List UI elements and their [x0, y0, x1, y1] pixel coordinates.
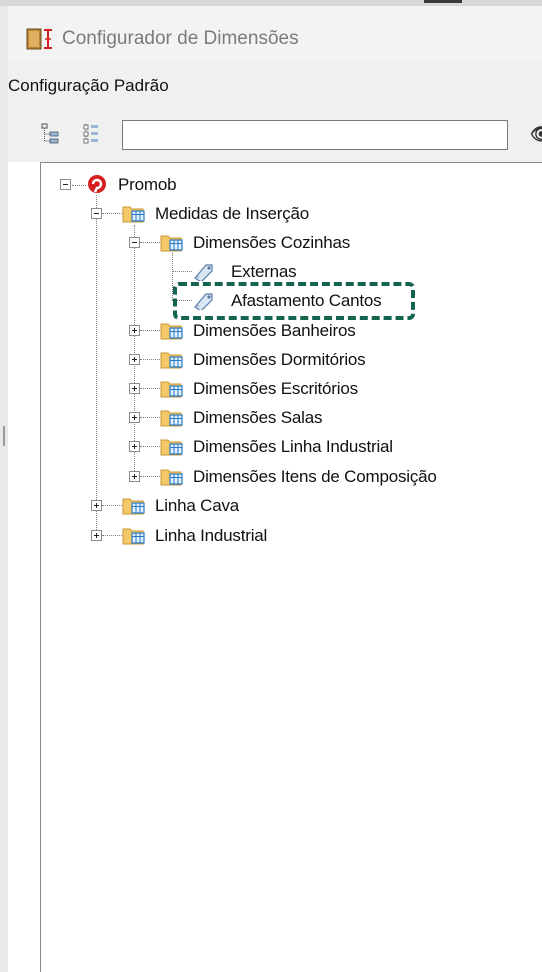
collapse-tree-icon[interactable] [40, 122, 64, 146]
window-edge-notch [424, 0, 462, 3]
window-edge-mark [3, 426, 5, 446]
expand-toggle[interactable] [129, 412, 140, 423]
expand-toggle[interactable] [129, 383, 140, 394]
expand-toggle[interactable] [129, 471, 140, 482]
tree-line [140, 242, 160, 243]
expand-tree-icon[interactable] [80, 122, 104, 146]
tree-node-salas[interactable]: Dimensões Salas [193, 408, 322, 428]
tree-line [140, 417, 160, 418]
search-input[interactable] [122, 120, 508, 150]
tree-node-linha-cava[interactable]: Linha Cava [155, 496, 239, 516]
window-title: Configurador de Dimensões [62, 28, 299, 49]
tree-line [102, 505, 122, 506]
collapse-toggle[interactable] [91, 208, 102, 219]
folder-table-icon [160, 439, 183, 456]
tree-line [96, 195, 97, 536]
folder-table-icon [160, 352, 183, 369]
tree-toolbar: 👁 [8, 106, 542, 162]
tree-line [140, 330, 160, 331]
tree-node-escritorios[interactable]: Dimensões Escritórios [193, 379, 358, 399]
folder-table-icon [160, 323, 183, 340]
collapse-toggle[interactable] [129, 237, 140, 248]
title-bar[interactable]: Configurador de Dimensões [8, 6, 542, 62]
tree-node-linha-industrial-dim[interactable]: Dimensões Linha Industrial [193, 437, 393, 457]
config-bar: Configuração Padrão [8, 62, 542, 106]
tree-line [140, 359, 160, 360]
tree-line [102, 213, 122, 214]
tree-node-externas[interactable]: Externas [231, 262, 297, 282]
folder-table-icon [160, 381, 183, 398]
expand-toggle[interactable] [129, 325, 140, 336]
tree-node-linha-industrial[interactable]: Linha Industrial [155, 526, 267, 546]
folder-table-icon [160, 410, 183, 427]
tree-line [72, 185, 86, 186]
folder-table-icon [122, 498, 145, 515]
tree-line [140, 476, 160, 477]
tree-node-promob[interactable]: Promob [118, 175, 177, 195]
folder-table-icon [160, 235, 183, 252]
folder-table-icon [122, 206, 145, 223]
config-label: Configuração Padrão [8, 76, 169, 95]
ruler-app-icon [26, 28, 52, 50]
tree-line [172, 271, 192, 272]
selection-highlight [173, 282, 415, 320]
tree-node-cozinhas[interactable]: Dimensões Cozinhas [193, 233, 350, 253]
binoculars-icon[interactable]: 👁 [530, 124, 542, 145]
expand-toggle[interactable] [91, 500, 102, 511]
expand-toggle[interactable] [129, 354, 140, 365]
tag-icon [194, 264, 213, 281]
folder-table-icon [122, 528, 145, 545]
tree-node-banheiros[interactable]: Dimensões Banheiros [193, 321, 356, 341]
tree-node-dormitorios[interactable]: Dimensões Dormitórios [193, 350, 366, 370]
collapse-toggle[interactable] [60, 179, 71, 190]
window-left-edge [0, 6, 8, 972]
tree-line [102, 535, 122, 536]
tree-node-itens-composicao[interactable]: Dimensões Itens de Composição [193, 467, 437, 487]
tree-line [140, 388, 160, 389]
expand-toggle[interactable] [129, 441, 140, 452]
promob-logo-icon [88, 175, 106, 193]
expand-toggle[interactable] [91, 530, 102, 541]
tree-line [140, 446, 160, 447]
folder-table-icon [160, 469, 183, 486]
tree-node-medidas[interactable]: Medidas de Inserção [155, 204, 309, 224]
